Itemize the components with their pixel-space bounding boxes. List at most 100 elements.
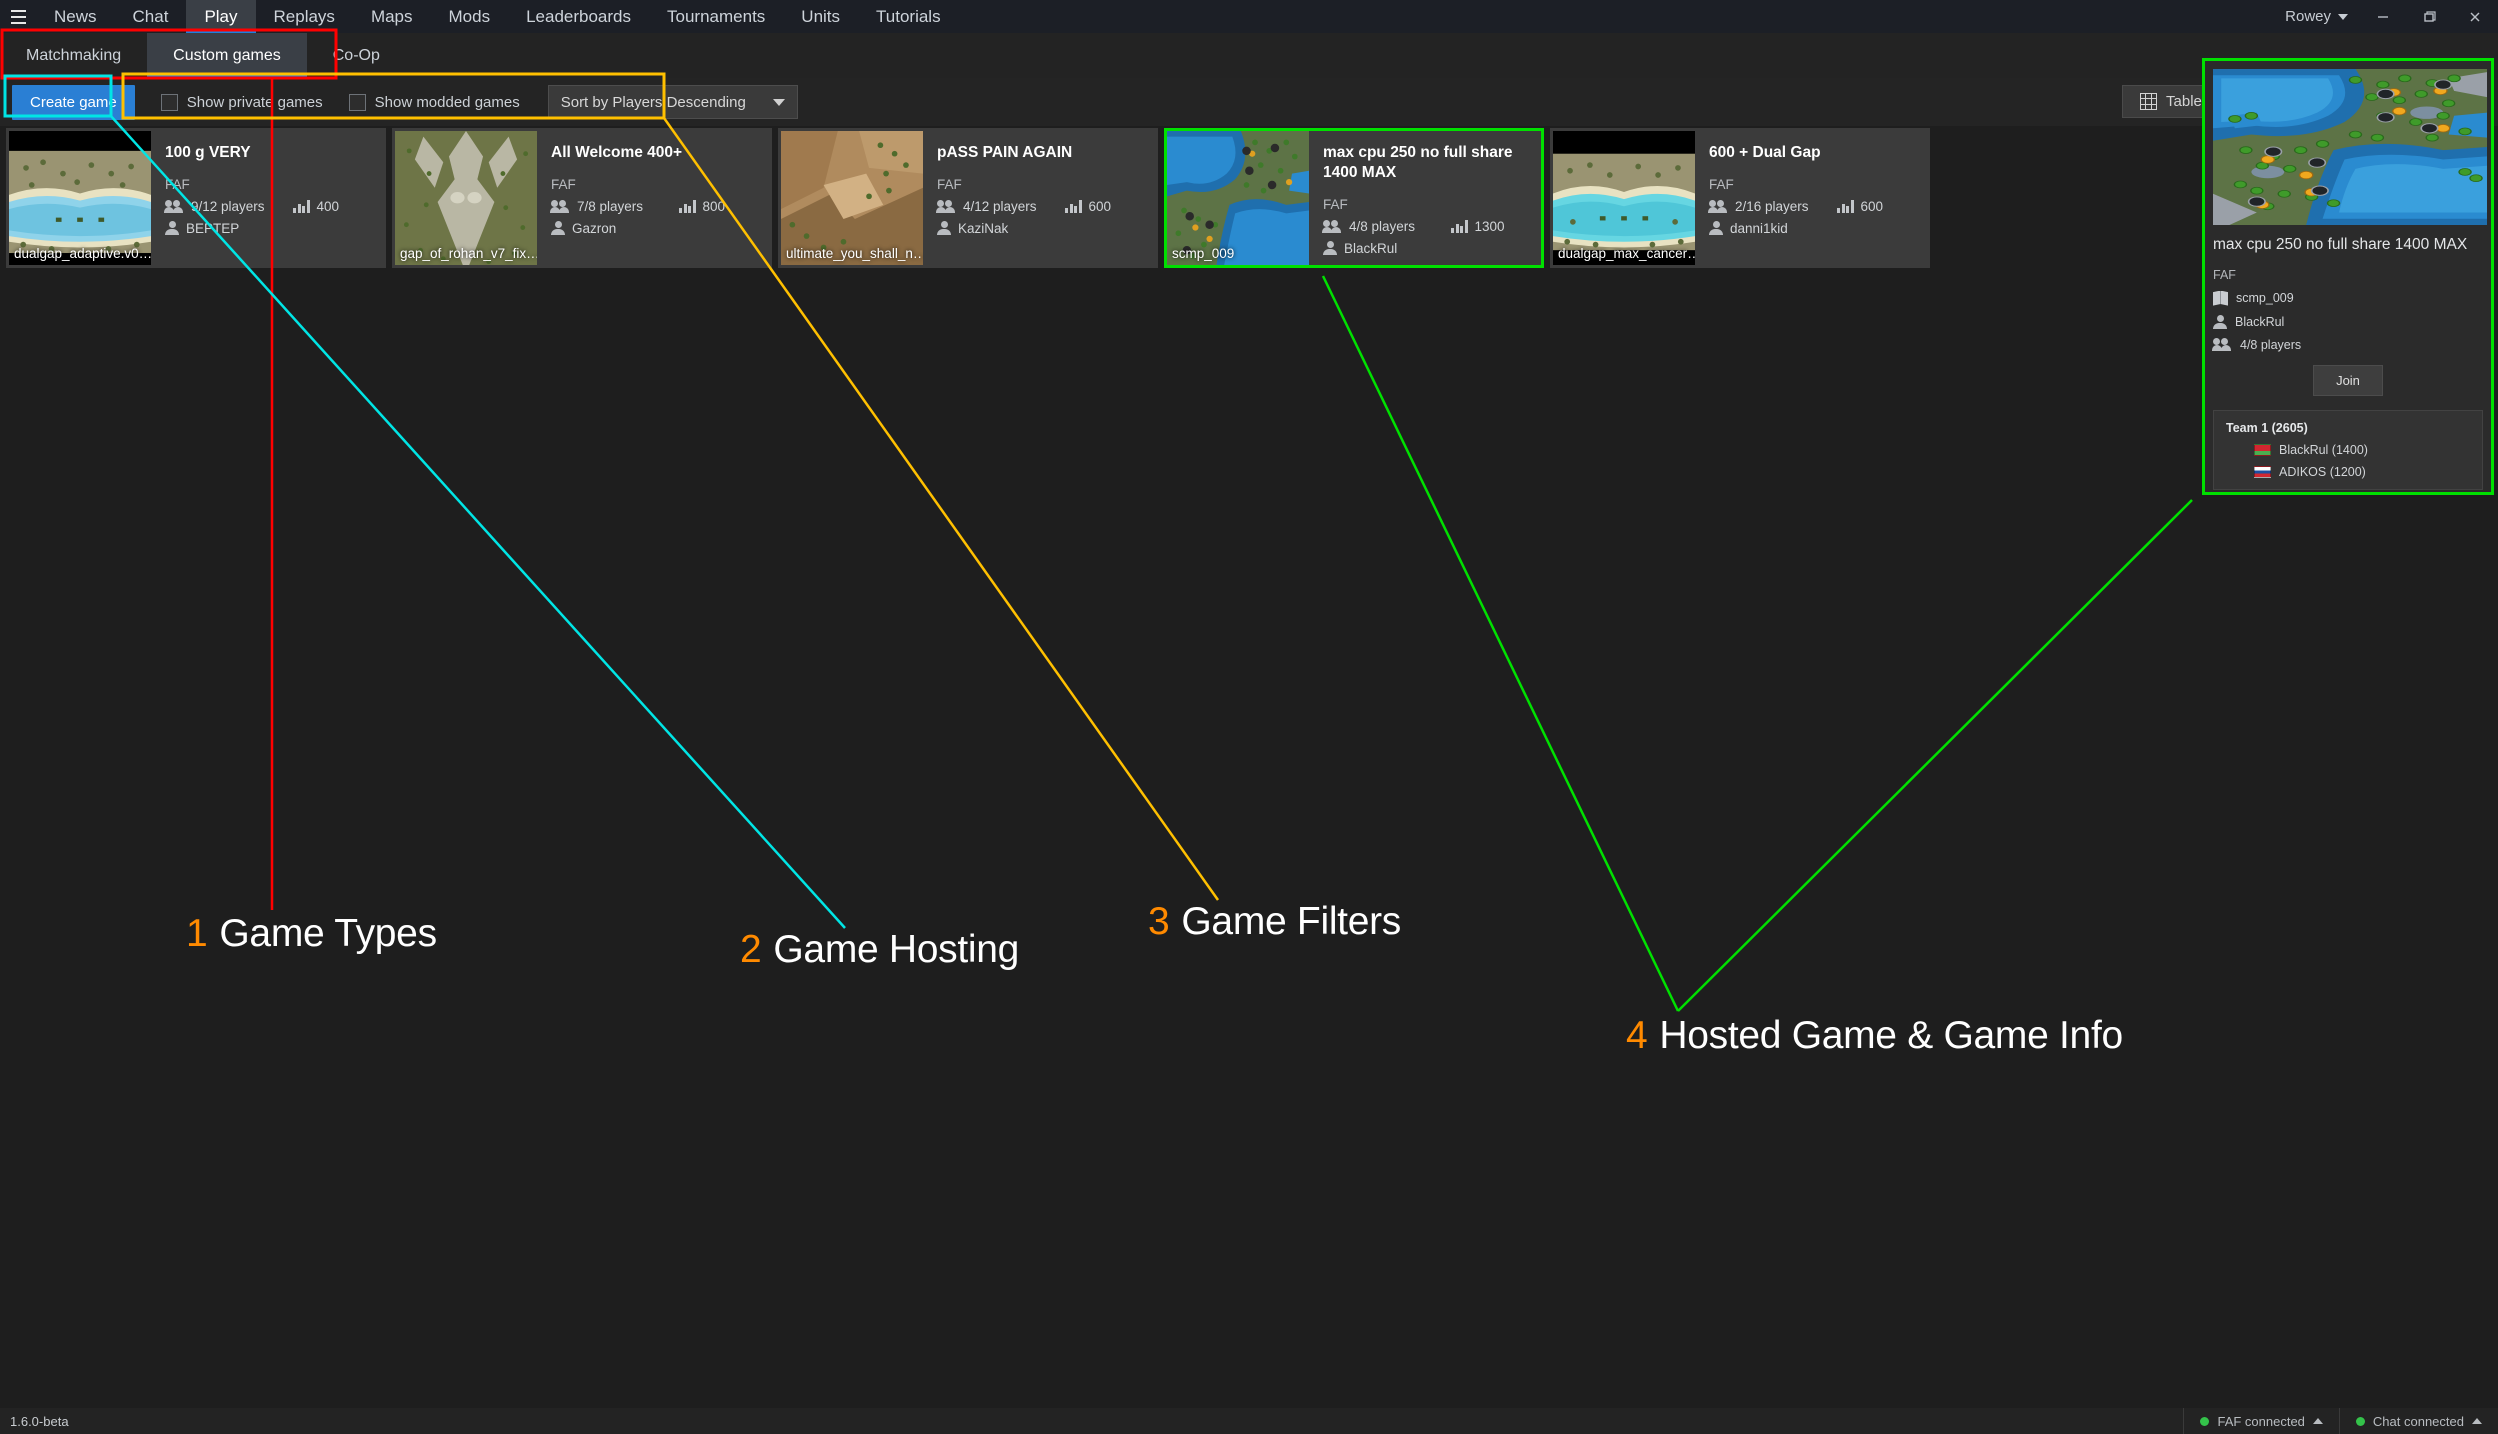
map-thumbnail[interactable]: scmp_009: [1167, 131, 1309, 265]
host-row: KaziNak: [937, 221, 1155, 236]
map-thumbnail[interactable]: gap_of_rohan_v7_fix…: [395, 131, 537, 265]
map-preview-image: [781, 131, 923, 265]
join-button[interactable]: Join: [2313, 364, 2383, 396]
featured-mod: FAF: [1709, 176, 1734, 192]
annotation-text: Game Filters: [1181, 900, 1401, 943]
rating-bars-icon: [293, 199, 310, 214]
host-name: KaziNak: [958, 220, 1009, 236]
map-thumbnail[interactable]: dualgap_adaptive.v0…: [9, 131, 151, 265]
nav-item-tournaments[interactable]: Tournaments: [649, 0, 783, 33]
play-subtabs: Matchmaking Custom games Co-Op: [0, 33, 2498, 78]
people-icon: [550, 199, 570, 213]
version-label: 1.6.0-beta: [10, 1413, 69, 1429]
game-tile-info: 600 + Dual Gap FAF 2/16 players 600 dann…: [1695, 131, 1927, 265]
table-grid-icon: [2140, 93, 2158, 110]
map-name-label: scmp_009: [1172, 246, 1235, 261]
tab-label: Custom games: [173, 46, 281, 64]
nav-item-units[interactable]: Units: [783, 0, 858, 33]
country-flag-icon: [2254, 465, 2271, 478]
tab-custom-games[interactable]: Custom games: [147, 33, 307, 78]
close-button[interactable]: [2452, 0, 2498, 33]
title-bar: News Chat Play Replays Maps Mods Leaderb…: [0, 0, 2498, 33]
player-name: ADIKOS (1200): [2279, 464, 2366, 479]
host-row: BEPTEP: [165, 221, 383, 236]
minimize-button[interactable]: [2360, 0, 2406, 33]
detail-host-name: BlackRul: [2235, 314, 2285, 329]
annotation-text: Hosted Game & Game Info: [1659, 1014, 2123, 1057]
chat-connection-status[interactable]: Chat connected: [2338, 1408, 2498, 1434]
game-title: max cpu 250 no full share 1400 MAX: [1323, 144, 1513, 181]
nav-item-news[interactable]: News: [36, 0, 115, 33]
tab-coop[interactable]: Co-Op: [307, 33, 406, 78]
map-name-label: ultimate_you_shall_n…: [786, 246, 923, 261]
nav-item-play[interactable]: Play: [186, 0, 256, 33]
tab-matchmaking[interactable]: Matchmaking: [0, 33, 147, 78]
annotation-label-hosted-game: 4 Hosted Game & Game Info: [1626, 1014, 2123, 1058]
sort-dropdown[interactable]: Sort by Players Descending: [547, 85, 798, 119]
game-tiles-list: dualgap_adaptive.v0… 100 g VERY FAF 9/12…: [6, 128, 1930, 268]
user-menu[interactable]: Rowey: [2273, 8, 2360, 25]
faf-connection-status[interactable]: FAF connected: [2183, 1408, 2338, 1434]
map-icon: [2213, 291, 2228, 306]
map-name-label: dualgap_max_cancer…: [1558, 246, 1695, 261]
detail-featured-mod: FAF: [2213, 267, 2236, 282]
show-modded-games-checkbox[interactable]: Show modded games: [348, 93, 520, 111]
team-box: Team 1 (2605) BlackRul (1400) ADIKOS (12…: [2213, 409, 2483, 490]
rating-value: 600: [1860, 198, 1884, 214]
status-indicators: FAF connected Chat connected: [2183, 1408, 2498, 1434]
players-and-rating-row: 2/16 players 600: [1708, 198, 1927, 214]
game-tile-info: pASS PAIN AGAIN FAF 4/12 players 600 Kaz…: [923, 131, 1155, 265]
create-game-button[interactable]: Create game: [12, 84, 135, 120]
detail-game-title: max cpu 250 no full share 1400 MAX: [2213, 236, 2468, 253]
game-tile[interactable]: dualgap_adaptive.v0… 100 g VERY FAF 9/12…: [6, 128, 386, 268]
faf-status-label: FAF connected: [2217, 1413, 2305, 1429]
players-count: 9/12 players: [191, 198, 265, 214]
show-private-games-checkbox[interactable]: Show private games: [160, 93, 323, 111]
players-and-rating-row: 4/12 players 600: [936, 199, 1155, 214]
people-icon: [936, 199, 956, 213]
map-preview-image: [1167, 131, 1309, 265]
nav-item-tutorials[interactable]: Tutorials: [858, 0, 959, 33]
game-tile[interactable]: ultimate_you_shall_n… pASS PAIN AGAIN FA…: [778, 128, 1158, 268]
map-preview-image: [2213, 69, 2487, 225]
status-dot-icon: [2200, 1416, 2210, 1426]
game-tile[interactable]: gap_of_rohan_v7_fix… All Welcome 400+ FA…: [392, 128, 772, 268]
team-title: Team 1 (2605): [2226, 420, 2308, 435]
nav-item-mods[interactable]: Mods: [431, 0, 509, 33]
hamburger-menu-icon[interactable]: [0, 0, 36, 33]
nav-label: Chat: [132, 6, 169, 26]
maximize-button[interactable]: [2406, 0, 2452, 33]
map-preview-image: [1553, 131, 1695, 265]
host-name: BlackRul: [1344, 240, 1398, 256]
people-icon: [164, 199, 184, 213]
nav-label: Replays: [273, 6, 335, 26]
people-icon: [2212, 338, 2232, 352]
game-tile[interactable]: dualgap_max_cancer… 600 + Dual Gap FAF 2…: [1550, 128, 1930, 268]
annotation-number: 1: [186, 912, 208, 955]
team-player[interactable]: BlackRul (1400): [2254, 443, 2470, 457]
players-and-rating-row: 9/12 players 400: [164, 198, 383, 214]
username-label: Rowey: [2285, 8, 2331, 25]
map-thumbnail[interactable]: dualgap_max_cancer…: [1553, 131, 1695, 265]
map-thumbnail[interactable]: ultimate_you_shall_n…: [781, 131, 923, 265]
nav-label: Maps: [370, 6, 413, 26]
checkbox-box[interactable]: [348, 93, 366, 111]
annotation-number: 2: [740, 928, 762, 971]
nav-label: Tournaments: [667, 6, 766, 26]
checkbox-box[interactable]: [160, 93, 178, 111]
team-player[interactable]: ADIKOS (1200): [2254, 465, 2470, 479]
nav-item-chat[interactable]: Chat: [115, 0, 187, 33]
detail-map-preview[interactable]: [2213, 69, 2487, 225]
nav-item-maps[interactable]: Maps: [353, 0, 431, 33]
players-and-rating-row: 4/8 players 1300: [1322, 219, 1541, 234]
game-tile-selected[interactable]: scmp_009 max cpu 250 no full share 1400 …: [1164, 128, 1544, 268]
nav-item-replays[interactable]: Replays: [256, 0, 353, 33]
rating-bars-icon: [1065, 199, 1082, 214]
rating-value: 400: [316, 198, 340, 214]
host-row: Gazron: [551, 221, 769, 236]
nav-item-leaderboards[interactable]: Leaderboards: [508, 0, 649, 33]
players-and-rating-row: 7/8 players 800: [550, 199, 769, 214]
status-bar: 1.6.0-beta FAF connected Chat connected: [0, 1408, 2498, 1434]
chevron-up-icon: [2472, 1418, 2482, 1424]
annotation-label-game-filters: 3 Game Filters: [1148, 900, 1401, 944]
